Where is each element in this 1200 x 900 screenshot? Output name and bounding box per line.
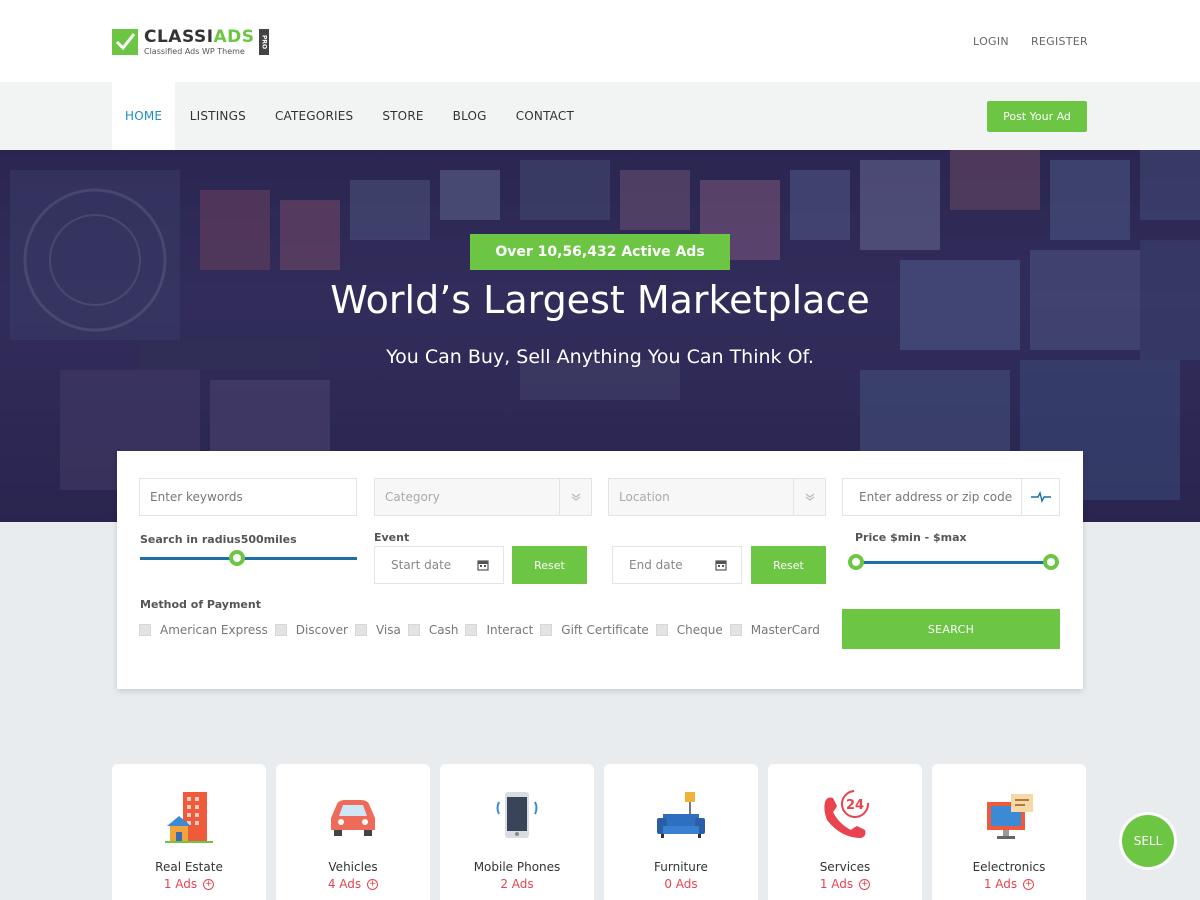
chevron-down-icon [559, 479, 591, 515]
category-ad-count: 1 Ads + [819, 877, 871, 891]
nav-item-blog[interactable]: BLOG [438, 82, 501, 150]
svg-text:24: 24 [846, 798, 864, 813]
radius-label: Search in radius500miles [140, 533, 297, 546]
address-input[interactable]: Enter address or zip code [842, 478, 1060, 516]
nav-item-categories[interactable]: CATEGORIES [260, 82, 367, 150]
checkbox[interactable] [139, 624, 151, 636]
category-card-mobile-phones[interactable]: Mobile Phones 2 Ads [440, 764, 594, 900]
keywords-input[interactable]: Enter keywords [139, 478, 357, 516]
chevron-down-icon [793, 479, 825, 515]
top-header: CLASSIADS Classified Ads WP Theme PRO LO… [0, 0, 1200, 82]
search-button[interactable]: SEARCH [842, 609, 1060, 649]
payment-option[interactable]: American Express [139, 623, 268, 637]
payment-option[interactable]: MasterCard [729, 623, 820, 637]
account-links: LOGIN REGISTER [973, 35, 1088, 48]
event-label: Event [374, 531, 410, 544]
sofa-icon [657, 792, 705, 838]
checkbox[interactable] [655, 624, 668, 636]
reset-start-date-button[interactable]: Reset [512, 546, 587, 584]
main-navbar: HOME LISTINGS CATEGORIES STORE BLOG CONT… [0, 82, 1200, 150]
radius-slider-track[interactable] [140, 557, 357, 560]
checkbox[interactable] [540, 624, 553, 636]
end-date-input[interactable]: End date [612, 546, 742, 584]
checkbox[interactable] [465, 624, 478, 636]
start-date-input[interactable]: Start date [374, 546, 504, 584]
main-nav: HOME LISTINGS CATEGORIES STORE BLOG CONT… [112, 82, 589, 150]
checkbox[interactable] [407, 624, 420, 636]
price-slider-track[interactable] [857, 561, 1050, 564]
car-icon [331, 800, 375, 836]
checkbox[interactable] [354, 624, 367, 636]
price-max-handle[interactable] [1043, 554, 1059, 570]
nav-item-store[interactable]: STORE [368, 82, 438, 150]
phone-icon [496, 792, 538, 838]
category-name: Vehicles [328, 860, 378, 874]
category-name: Furniture [654, 860, 708, 874]
radius-slider-handle[interactable] [229, 550, 245, 566]
category-card-vehicles[interactable]: Vehicles 4 Ads + [276, 764, 430, 900]
hero-subtitle: You Can Buy, Sell Anything You Can Think… [386, 346, 814, 368]
category-select[interactable]: Category [374, 478, 592, 516]
building-icon [165, 792, 213, 843]
logo-pro-badge: PRO [258, 29, 269, 55]
category-name: Services [819, 860, 871, 874]
reset-end-date-button[interactable]: Reset [751, 546, 826, 584]
phone-24-icon: 24 [824, 790, 869, 838]
category-ad-count: 1 Ads + [983, 877, 1035, 891]
category-card-electronics[interactable]: Eelectronics 1 Ads + [932, 764, 1086, 900]
category-card-real-estate[interactable]: Real Estate 1 Ads + [112, 764, 266, 900]
calendar-icon [715, 560, 727, 571]
checkmark-icon [112, 29, 138, 55]
category-card-services[interactable]: 24 Services 1 Ads + [768, 764, 922, 900]
payment-option[interactable]: Gift Certificate [540, 623, 649, 637]
add-circle-icon[interactable]: + [859, 879, 871, 890]
payment-option[interactable]: Cheque [655, 623, 723, 637]
payment-option[interactable]: Visa [354, 623, 401, 637]
category-name: Eelectronics [972, 860, 1046, 874]
login-link[interactable]: LOGIN [973, 35, 1009, 48]
site-logo[interactable]: CLASSIADS Classified Ads WP Theme PRO [112, 27, 269, 57]
add-circle-icon[interactable]: + [367, 879, 379, 890]
payment-option[interactable]: Interact [465, 623, 533, 637]
monitor-icon [987, 794, 1033, 839]
category-name: Real Estate [155, 860, 223, 874]
category-ad-count: 1 Ads + [163, 877, 215, 891]
category-ad-count: 4 Ads + [327, 877, 379, 891]
nav-item-listings[interactable]: LISTINGS [175, 82, 260, 150]
hero-title: World’s Largest Marketplace [330, 278, 870, 322]
add-circle-icon[interactable]: + [203, 879, 215, 890]
category-ad-count: 2 Ads [500, 877, 534, 891]
calendar-icon [477, 560, 489, 571]
nav-item-contact[interactable]: CONTACT [501, 82, 588, 150]
sell-floating-button[interactable]: SELL [1122, 815, 1174, 867]
category-card-furniture[interactable]: Furniture 0 Ads [604, 764, 758, 900]
category-name: Mobile Phones [473, 860, 561, 874]
payment-option[interactable]: Discover [274, 623, 348, 637]
payment-method-label: Method of Payment [140, 598, 261, 611]
payment-option[interactable]: Cash [407, 623, 458, 637]
search-panel: Enter keywords Category Location Enter a… [117, 451, 1083, 689]
locate-me-icon[interactable] [1021, 479, 1059, 515]
checkbox[interactable] [274, 624, 287, 636]
payment-methods: American Express Discover Visa Cash Inte… [139, 623, 827, 637]
location-select[interactable]: Location [608, 478, 826, 516]
price-label: Price $min - $max [855, 531, 967, 544]
register-link[interactable]: REGISTER [1031, 35, 1088, 48]
category-cards: Real Estate 1 Ads + Vehicles 4 Ads + Mobil… [112, 764, 1086, 900]
nav-item-home[interactable]: HOME [112, 82, 176, 150]
logo-title: CLASSIADS [144, 26, 255, 47]
price-min-handle[interactable] [848, 554, 864, 570]
active-ads-badge: Over 10,56,432 Active Ads [470, 234, 730, 270]
checkbox[interactable] [729, 624, 742, 636]
add-circle-icon[interactable]: + [1023, 879, 1035, 890]
post-your-ad-button[interactable]: Post Your Ad [987, 101, 1087, 132]
logo-subtitle: Classified Ads WP Theme [144, 46, 245, 56]
category-ad-count: 0 Ads [664, 877, 698, 891]
